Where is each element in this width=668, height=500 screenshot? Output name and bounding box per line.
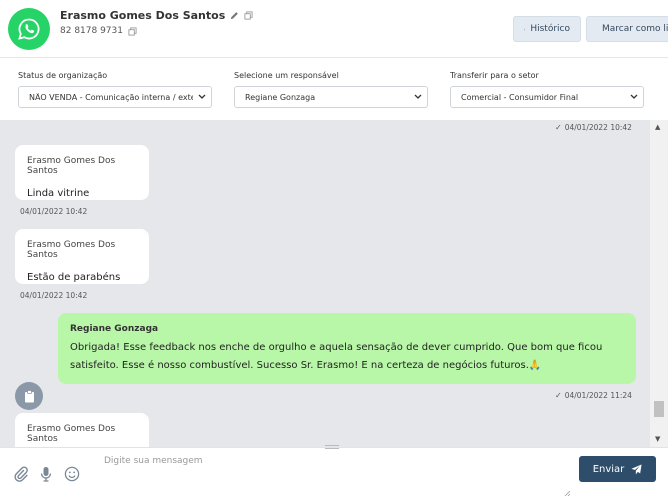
contact-name: Erasmo Gomes Dos Santos (60, 9, 253, 22)
message-author: Erasmo Gomes Dos Santos (27, 424, 116, 444)
textarea-resize-grip-icon[interactable] (563, 489, 571, 497)
history-icon (524, 28, 526, 30)
mark-as-read-button[interactable]: Marcar como lido (586, 16, 668, 42)
resize-handle[interactable] (325, 445, 339, 449)
mark-as-read-label: Marcar como lido (602, 24, 668, 34)
filters-bar: Status de organização NÃO VENDA - Comuni… (0, 58, 668, 120)
microphone-icon[interactable] (38, 466, 54, 482)
message-timestamp: ✓ 04/01/2022 10:42 (555, 123, 632, 132)
chevron-down-icon (625, 93, 643, 102)
scrollbar-thumb[interactable] (654, 401, 664, 417)
chat-scrollbar[interactable]: ▲ ▼ (650, 120, 668, 447)
message-timestamp: ✓ 04/01/2022 11:24 (555, 391, 632, 400)
scroll-up-icon[interactable]: ▲ (655, 123, 660, 131)
send-label: Enviar (592, 463, 625, 475)
send-button[interactable]: Enviar (579, 456, 656, 482)
contact-avatar[interactable] (8, 8, 50, 50)
chevron-down-icon (409, 93, 427, 102)
history-button[interactable]: Histórico (513, 16, 581, 42)
responsible-label: Selecione um responsável (234, 71, 339, 80)
message-author: Regiane Gonzaga (70, 324, 159, 334)
contact-phone: 82 8178 9731 (60, 26, 137, 36)
message-author: Erasmo Gomes Dos Santos (27, 156, 116, 176)
message-list[interactable]: ✓ 04/01/2022 10:42 Erasmo Gomes Dos Santo… (0, 120, 650, 447)
edit-pencil-icon[interactable] (230, 11, 239, 20)
message-timestamp: 04/01/2022 10:42 (20, 291, 88, 300)
message-composer: Enviar (0, 445, 668, 500)
message-input[interactable] (98, 452, 568, 496)
status-select-value: NÃO VENDA - Comunicação interna / extern… (29, 92, 193, 102)
timestamp-text: 04/01/2022 11:24 (564, 391, 632, 400)
message-text: Linda vitrine (27, 188, 90, 199)
clipboard-icon (24, 389, 34, 402)
clipboard-button[interactable] (15, 382, 43, 410)
incoming-message: Erasmo Gomes Dos Santos Linda vitrine (15, 145, 149, 200)
responsible-select-value: Regiane Gonzaga (245, 92, 316, 102)
message-text: Obrigada! Esse feedback nos enche de org… (70, 342, 603, 371)
message-text: Estão de parabéns (27, 272, 121, 283)
timestamp-text: 04/01/2022 10:42 (564, 123, 632, 132)
status-label: Status de organização (18, 71, 108, 80)
checkmark-icon: ✓ (555, 123, 562, 132)
message-timestamp: 04/01/2022 10:42 (20, 207, 88, 216)
checkmark-icon: ✓ (555, 391, 562, 400)
emoji-icon[interactable] (64, 466, 80, 482)
sector-select-value: Comercial - Consumidor Final (461, 92, 579, 102)
copy-icon[interactable] (244, 11, 253, 20)
paperclip-icon[interactable] (13, 466, 29, 482)
chat-header: Erasmo Gomes Dos Santos 82 8178 9731 His… (0, 0, 668, 58)
contact-phone-text: 82 8178 9731 (60, 26, 123, 36)
history-label: Histórico (530, 24, 570, 34)
chevron-down-icon (193, 93, 211, 102)
sector-label: Transferir para o setor (450, 71, 539, 80)
incoming-message: Erasmo Gomes Dos Santos Estão de parabén… (15, 229, 149, 284)
outgoing-message: Regiane Gonzaga Obrigada! Esse feedback … (58, 313, 636, 384)
paper-plane-icon (631, 463, 642, 475)
message-author: Erasmo Gomes Dos Santos (27, 240, 116, 260)
scroll-down-icon[interactable]: ▼ (655, 435, 660, 443)
status-select[interactable]: NÃO VENDA - Comunicação interna / extern… (18, 86, 212, 108)
responsible-select[interactable]: Regiane Gonzaga (234, 86, 428, 108)
sector-select[interactable]: Comercial - Consumidor Final (450, 86, 644, 108)
contact-name-text: Erasmo Gomes Dos Santos (60, 9, 226, 22)
incoming-message: Erasmo Gomes Dos Santos (15, 413, 149, 447)
whatsapp-icon (18, 18, 40, 40)
copy-icon[interactable] (128, 26, 137, 36)
